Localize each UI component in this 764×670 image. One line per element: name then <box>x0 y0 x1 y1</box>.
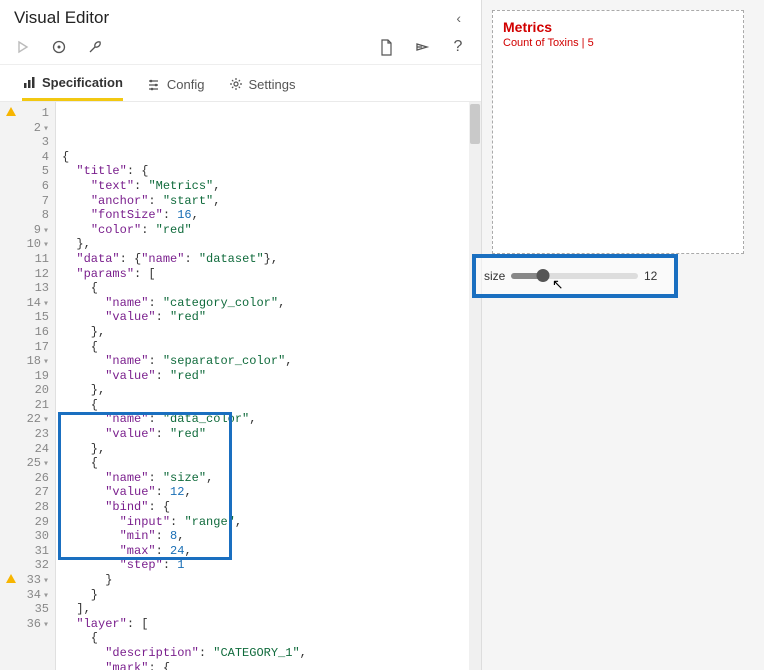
code-line[interactable]: { <box>62 281 475 296</box>
code-line[interactable]: "value": "red" <box>62 310 475 325</box>
tab-settings[interactable]: Settings <box>229 75 296 101</box>
code-line[interactable]: "color": "red" <box>62 223 475 238</box>
code-line[interactable]: { <box>62 150 475 165</box>
code-line[interactable]: "layer": [ <box>62 617 475 632</box>
code-line[interactable]: "step": 1 <box>62 558 475 573</box>
help-icon[interactable]: ? <box>449 38 467 56</box>
tab-label: Specification <box>42 75 123 90</box>
code-line[interactable]: "title": { <box>62 164 475 179</box>
code-line[interactable]: "text": "Metrics", <box>62 179 475 194</box>
line-gutter: 12▾3456789▾10▾11121314▾15161718▾19202122… <box>0 102 56 670</box>
play-icon[interactable] <box>14 38 32 56</box>
scrollbar-thumb[interactable] <box>470 104 480 144</box>
app-root: Visual Editor ‹ <box>0 0 764 670</box>
toolbar-left-group <box>14 38 104 56</box>
code-line[interactable]: { <box>62 456 475 471</box>
code-line[interactable]: "value": "red" <box>62 427 475 442</box>
code-area[interactable]: { "title": { "text": "Metrics", "anchor"… <box>56 102 481 670</box>
code-line[interactable]: "max": 24, <box>62 544 475 559</box>
editor-pane: Visual Editor ‹ <box>0 0 482 670</box>
code-line[interactable]: "bind": { <box>62 500 475 515</box>
code-line[interactable]: { <box>62 340 475 355</box>
editor-title: Visual Editor <box>14 8 109 28</box>
code-line[interactable]: "value": 12, <box>62 485 475 500</box>
editor-header: Visual Editor ‹ <box>0 0 481 34</box>
editor-tabs: Specification Config Settings <box>0 65 481 102</box>
code-line[interactable]: "data": {"name": "dataset"}, <box>62 252 475 267</box>
code-line[interactable]: "fontSize": 16, <box>62 208 475 223</box>
tab-label: Settings <box>249 77 296 92</box>
viz-subtitle: Count of Toxins | 5 <box>503 37 733 49</box>
code-line[interactable]: } <box>62 573 475 588</box>
tab-label: Config <box>167 77 205 92</box>
wrench-icon[interactable] <box>86 38 104 56</box>
target-icon[interactable] <box>50 38 68 56</box>
viz-title: Metrics <box>503 19 733 35</box>
code-line[interactable]: }, <box>62 325 475 340</box>
visualization-preview: Metrics Count of Toxins | 5 <box>492 10 744 254</box>
size-slider[interactable]: ↖ <box>511 273 638 279</box>
code-line[interactable]: "min": 8, <box>62 529 475 544</box>
slider-thumb[interactable] <box>537 269 550 282</box>
code-line[interactable]: } <box>62 588 475 603</box>
code-line[interactable]: { <box>62 398 475 413</box>
code-line[interactable]: "name": "data_color", <box>62 412 475 427</box>
cursor-icon: ↖ <box>552 276 564 293</box>
slider-label: size <box>484 269 505 283</box>
editor-toolbar: ? <box>0 34 481 65</box>
code-line[interactable]: }, <box>62 442 475 457</box>
code-line[interactable]: { <box>62 631 475 646</box>
bar-chart-icon <box>22 76 36 90</box>
code-line[interactable]: "value": "red" <box>62 369 475 384</box>
share-icon[interactable] <box>413 38 431 56</box>
collapse-button[interactable]: ‹ <box>450 10 467 26</box>
code-line[interactable]: "name": "separator_color", <box>62 354 475 369</box>
new-file-icon[interactable] <box>377 38 395 56</box>
code-line[interactable]: "name": "size", <box>62 471 475 486</box>
tab-config[interactable]: Config <box>147 75 205 101</box>
code-line[interactable]: "input": "range", <box>62 515 475 530</box>
preview-pane: Metrics Count of Toxins | 5 size ↖ 12 <box>482 0 764 670</box>
code-line[interactable]: }, <box>62 383 475 398</box>
code-line[interactable]: }, <box>62 237 475 252</box>
code-editor[interactable]: 12▾3456789▾10▾11121314▾15161718▾19202122… <box>0 102 481 670</box>
code-line[interactable]: "mark": { <box>62 661 475 670</box>
gear-icon <box>229 77 243 91</box>
vertical-scrollbar[interactable] <box>469 102 481 670</box>
code-line[interactable]: ], <box>62 602 475 617</box>
code-line[interactable]: "description": "CATEGORY_1", <box>62 646 475 661</box>
sliders-icon <box>147 77 161 91</box>
code-line[interactable]: "params": [ <box>62 267 475 282</box>
highlight-size-slider: size ↖ 12 <box>472 254 678 298</box>
slider-value: 12 <box>644 269 666 283</box>
code-line[interactable]: "name": "category_color", <box>62 296 475 311</box>
toolbar-right-group: ? <box>377 38 467 56</box>
tab-specification[interactable]: Specification <box>22 75 123 101</box>
code-line[interactable]: "anchor": "start", <box>62 194 475 209</box>
